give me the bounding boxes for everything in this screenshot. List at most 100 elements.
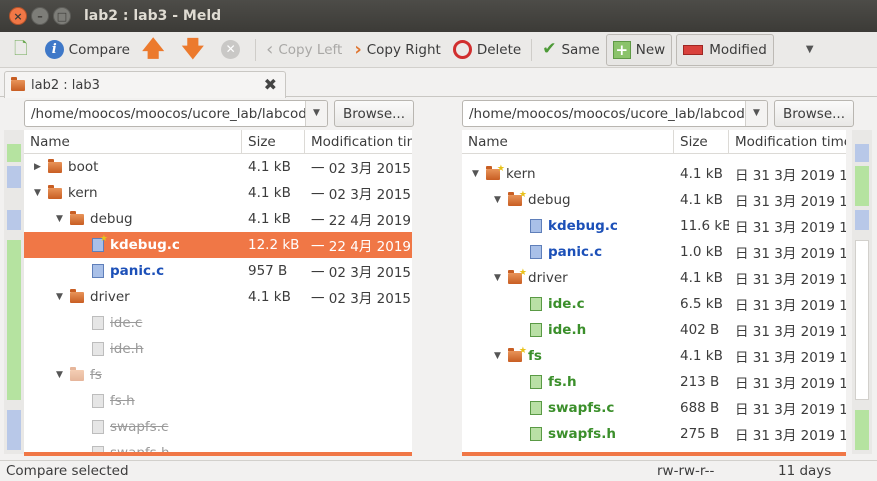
right-browse-button[interactable]: Browse... — [773, 100, 854, 127]
table-row[interactable]: ide.c — [24, 310, 412, 336]
folder-icon — [11, 76, 25, 91]
file-icon — [92, 394, 104, 408]
left-col-time[interactable]: Modification time — [305, 130, 412, 153]
table-row[interactable]: ▶ boot 4.1 kB 一 02 3月 2015 — [24, 154, 412, 180]
copy-left-label: Copy Left — [278, 41, 343, 58]
left-path-combo[interactable]: /home/moocos/moocos/ucore_lab/labcode/la… — [24, 100, 328, 127]
left-col-size[interactable]: Size — [242, 130, 305, 153]
row-size-cell: 4.1 kB — [248, 185, 291, 201]
right-path-bar: /home/moocos/moocos/ucore_lab/labcode/la… — [462, 100, 854, 128]
expander-icon[interactable]: ▼ — [472, 169, 482, 179]
expander-icon[interactable]: ▼ — [494, 351, 504, 361]
table-row[interactable]: ★ kdebug.c 12.2 kB 一 22 4月 2019 — [24, 232, 412, 258]
row-time-cell: 一 02 3月 2015 — [311, 187, 411, 203]
row-name-cell: ide.h — [462, 317, 674, 343]
table-row[interactable]: panic.c 1.0 kB 日 31 3月 2019 16 — [462, 239, 846, 265]
stop-icon: ✕ — [221, 40, 241, 59]
left-pane-indicator — [24, 452, 412, 456]
expander-icon[interactable]: ▼ — [56, 370, 66, 380]
right-col-time[interactable]: Modification time — [729, 130, 846, 153]
filter-new-button[interactable]: + New — [605, 33, 673, 66]
overview-new-segment — [7, 144, 21, 162]
expander-icon[interactable]: ▶ — [34, 162, 44, 172]
close-icon[interactable]: ✖ — [264, 75, 277, 94]
table-row[interactable]: ▼ driver 4.1 kB 一 02 3月 2015 — [24, 284, 412, 310]
file-icon — [530, 297, 542, 311]
expander-icon[interactable]: ▼ — [56, 292, 66, 302]
table-row[interactable]: swapfs.h 275 B 日 31 3月 2019 16 — [462, 421, 846, 447]
new-comparison-button[interactable]: 🗋 — [8, 34, 39, 66]
table-row[interactable]: ▼ ★ debug 4.1 kB 日 31 3月 2019 16 — [462, 187, 846, 213]
table-row[interactable]: swapfs.c — [24, 414, 412, 440]
down-button[interactable]: 🡇 — [176, 34, 216, 66]
window-close-button[interactable]: × — [9, 7, 27, 25]
row-time-cell: 日 31 3月 2019 16 — [735, 428, 846, 444]
window-maximize-button[interactable]: □ — [53, 7, 71, 25]
file-icon — [92, 316, 104, 330]
left-column-headers: Name Size Modification time — [24, 130, 412, 154]
arrow-up-icon: 🡅 — [141, 36, 165, 62]
file-icon: ★ — [92, 234, 108, 252]
table-row[interactable]: ▼ debug 4.1 kB 一 22 4月 2019 — [24, 206, 412, 232]
tab-lab2-lab3[interactable]: lab2 : lab3 ✖ — [4, 71, 286, 98]
row-name-text: fs — [90, 367, 102, 383]
left-overview-map[interactable] — [4, 130, 24, 454]
delete-button[interactable]: Delete — [447, 34, 527, 66]
row-name-cell: ▼ ★ debug — [462, 187, 674, 213]
row-name-cell: ▼ fs — [24, 362, 242, 388]
expander-icon[interactable]: ▼ — [494, 195, 504, 205]
row-name-text: kern — [506, 166, 536, 182]
row-name-cell: ide.h — [24, 336, 242, 362]
left-file-tree[interactable]: Name Size Modification time ▶ boot 4.1 kB 一… — [24, 130, 412, 456]
left-browse-button[interactable]: Browse... — [333, 100, 414, 127]
right-file-tree[interactable]: Name Size Modification time ▼ ★ kern 4.1 kB… — [462, 130, 846, 456]
arrow-down-icon: 🡇 — [181, 36, 205, 62]
table-row[interactable]: ide.h 402 B 日 31 3月 2019 16 — [462, 317, 846, 343]
toolbar-overflow-button[interactable]: ▼ — [800, 34, 820, 66]
compare-button[interactable]: i Compare — [39, 34, 136, 66]
right-col-size[interactable]: Size — [674, 130, 729, 153]
star-icon: ★ — [496, 163, 505, 174]
table-row[interactable]: ▼ ★ kern 4.1 kB 日 31 3月 2019 16 — [462, 161, 846, 187]
expander-icon[interactable]: ▼ — [56, 214, 66, 224]
chevron-down-icon[interactable]: ▼ — [304, 101, 327, 126]
same-label: Same — [561, 41, 600, 58]
up-button[interactable]: 🡅 — [136, 34, 176, 66]
row-name-text: fs.h — [548, 374, 577, 390]
table-row[interactable]: fs.h — [24, 388, 412, 414]
right-col-name[interactable]: Name — [462, 130, 674, 153]
expander-icon[interactable]: ▼ — [494, 273, 504, 283]
table-row[interactable]: kdebug.c 11.6 kB 日 31 3月 2019 16 — [462, 213, 846, 239]
chevron-left-icon: ‹ — [266, 38, 274, 60]
overview-modified-segment — [855, 210, 869, 230]
table-row[interactable]: panic.c 957 B 一 02 3月 2015 — [24, 258, 412, 284]
row-name-cell: ▼ ★ kern — [462, 161, 674, 187]
stop-button[interactable]: ✕ — [215, 34, 251, 66]
row-size-cell: 4.1 kB — [680, 270, 723, 286]
folder-icon — [70, 210, 84, 225]
row-size-cell: 402 B — [680, 322, 720, 338]
window-minimize-button[interactable]: – — [31, 7, 49, 25]
left-col-name[interactable]: Name — [24, 130, 242, 153]
table-row[interactable]: ▼ ★ fs 4.1 kB 日 31 3月 2019 16 — [462, 343, 846, 369]
folder-icon: ★ — [508, 190, 527, 206]
row-size-cell: 6.5 kB — [680, 296, 723, 312]
table-row[interactable]: ▼ ★ driver 4.1 kB 日 31 3月 2019 16 — [462, 265, 846, 291]
table-row[interactable]: swapfs.c 688 B 日 31 3月 2019 16 — [462, 395, 846, 421]
table-row[interactable]: ▼ fs — [24, 362, 412, 388]
row-time-cell: 一 22 4月 2019 — [311, 213, 411, 229]
copy-left-button[interactable]: ‹ Copy Left — [260, 34, 348, 66]
chevron-down-icon[interactable]: ▼ — [744, 101, 767, 126]
copy-right-button[interactable]: › Copy Right — [348, 34, 447, 66]
row-size-cell: 4.1 kB — [680, 166, 723, 182]
table-row[interactable]: ▼ kern 4.1 kB 一 02 3月 2015 — [24, 180, 412, 206]
filter-same-button[interactable]: ✔ Same — [536, 34, 606, 66]
filter-modified-button[interactable]: Modified — [676, 33, 774, 66]
table-row[interactable]: ide.c 6.5 kB 日 31 3月 2019 16 — [462, 291, 846, 317]
right-path-combo[interactable]: /home/moocos/moocos/ucore_lab/labcode/la… — [462, 100, 768, 127]
expander-icon[interactable]: ▼ — [34, 188, 44, 198]
row-name-text: kdebug.c — [548, 218, 618, 234]
table-row[interactable]: fs.h 213 B 日 31 3月 2019 16 — [462, 369, 846, 395]
right-overview-map[interactable] — [852, 130, 872, 454]
table-row[interactable]: ide.h — [24, 336, 412, 362]
